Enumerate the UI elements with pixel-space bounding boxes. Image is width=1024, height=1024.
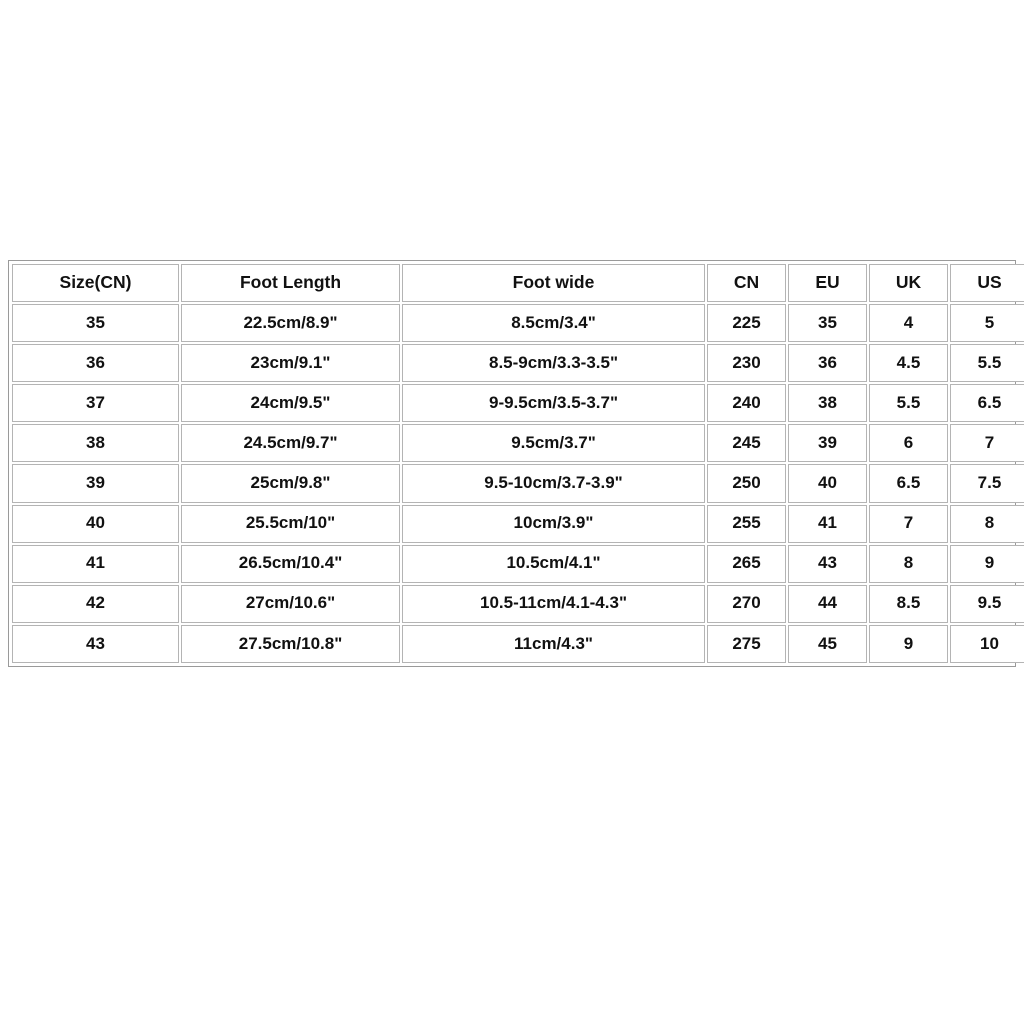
cell-uk: 6.5: [869, 464, 948, 503]
table-row: 38 24.5cm/9.7" 9.5cm/3.7" 245 39 6 7: [12, 424, 1024, 463]
cell-size-cn: 43: [12, 624, 179, 663]
cell-foot-wide: 9.5cm/3.7": [402, 424, 705, 463]
table-row: 39 25cm/9.8" 9.5-10cm/3.7-3.9" 250 40 6.…: [12, 464, 1024, 503]
cell-eu: 39: [788, 424, 867, 463]
table-header-row: Size(CN) Foot Length Foot wide CN EU UK …: [12, 264, 1024, 302]
cell-us: 7.5: [950, 464, 1024, 503]
cell-eu: 35: [788, 304, 867, 343]
cell-size-cn: 36: [12, 344, 179, 383]
column-header-uk: UK: [869, 264, 948, 302]
table-body: 35 22.5cm/8.9" 8.5cm/3.4" 225 35 4 5 36 …: [12, 304, 1024, 663]
cell-uk: 9: [869, 624, 948, 663]
cell-eu: 36: [788, 344, 867, 383]
cell-eu: 41: [788, 504, 867, 543]
cell-uk: 7: [869, 504, 948, 543]
cell-size-cn: 42: [12, 584, 179, 623]
cell-cn: 255: [707, 504, 786, 543]
cell-cn: 250: [707, 464, 786, 503]
cell-foot-length: 25.5cm/10": [181, 504, 400, 543]
cell-uk: 8.5: [869, 584, 948, 623]
cell-foot-length: 23cm/9.1": [181, 344, 400, 383]
cell-foot-length: 27.5cm/10.8": [181, 624, 400, 663]
column-header-foot-length: Foot Length: [181, 264, 400, 302]
cell-us: 6.5: [950, 384, 1024, 423]
shoe-size-conversion-chart: Size(CN) Foot Length Foot wide CN EU UK …: [8, 260, 1024, 667]
cell-foot-wide: 10.5-11cm/4.1-4.3": [402, 584, 705, 623]
cell-us: 9: [950, 544, 1024, 583]
cell-us: 9.5: [950, 584, 1024, 623]
cell-eu: 44: [788, 584, 867, 623]
table-row: 35 22.5cm/8.9" 8.5cm/3.4" 225 35 4 5: [12, 304, 1024, 343]
cell-foot-wide: 10cm/3.9": [402, 504, 705, 543]
cell-eu: 45: [788, 624, 867, 663]
cell-size-cn: 38: [12, 424, 179, 463]
cell-foot-wide: 9-9.5cm/3.5-3.7": [402, 384, 705, 423]
cell-cn: 230: [707, 344, 786, 383]
table-row: 40 25.5cm/10" 10cm/3.9" 255 41 7 8: [12, 504, 1024, 543]
cell-foot-wide: 11cm/4.3": [402, 624, 705, 663]
cell-foot-wide: 10.5cm/4.1": [402, 544, 705, 583]
column-header-size-cn: Size(CN): [12, 264, 179, 302]
cell-us: 5.5: [950, 344, 1024, 383]
cell-size-cn: 41: [12, 544, 179, 583]
column-header-foot-wide: Foot wide: [402, 264, 705, 302]
cell-foot-length: 24.5cm/9.7": [181, 424, 400, 463]
cell-size-cn: 40: [12, 504, 179, 543]
cell-cn: 245: [707, 424, 786, 463]
column-header-us: US: [950, 264, 1024, 302]
cell-foot-wide: 9.5-10cm/3.7-3.9": [402, 464, 705, 503]
cell-foot-length: 26.5cm/10.4": [181, 544, 400, 583]
column-header-eu: EU: [788, 264, 867, 302]
cell-uk: 6: [869, 424, 948, 463]
cell-foot-wide: 8.5-9cm/3.3-3.5": [402, 344, 705, 383]
cell-cn: 270: [707, 584, 786, 623]
table-row: 37 24cm/9.5" 9-9.5cm/3.5-3.7" 240 38 5.5…: [12, 384, 1024, 423]
cell-us: 5: [950, 304, 1024, 343]
column-header-cn: CN: [707, 264, 786, 302]
size-chart-table: Size(CN) Foot Length Foot wide CN EU UK …: [10, 262, 1024, 665]
cell-cn: 225: [707, 304, 786, 343]
cell-size-cn: 35: [12, 304, 179, 343]
cell-size-cn: 37: [12, 384, 179, 423]
cell-cn: 275: [707, 624, 786, 663]
cell-cn: 240: [707, 384, 786, 423]
cell-uk: 4.5: [869, 344, 948, 383]
cell-us: 8: [950, 504, 1024, 543]
cell-foot-wide: 8.5cm/3.4": [402, 304, 705, 343]
cell-foot-length: 25cm/9.8": [181, 464, 400, 503]
cell-uk: 8: [869, 544, 948, 583]
page-canvas: Size(CN) Foot Length Foot wide CN EU UK …: [0, 0, 1024, 1024]
cell-uk: 5.5: [869, 384, 948, 423]
cell-eu: 40: [788, 464, 867, 503]
cell-size-cn: 39: [12, 464, 179, 503]
table-row: 42 27cm/10.6" 10.5-11cm/4.1-4.3" 270 44 …: [12, 584, 1024, 623]
cell-us: 7: [950, 424, 1024, 463]
table-row: 43 27.5cm/10.8" 11cm/4.3" 275 45 9 10: [12, 624, 1024, 663]
cell-uk: 4: [869, 304, 948, 343]
cell-cn: 265: [707, 544, 786, 583]
table-header: Size(CN) Foot Length Foot wide CN EU UK …: [12, 264, 1024, 302]
table-row: 36 23cm/9.1" 8.5-9cm/3.3-3.5" 230 36 4.5…: [12, 344, 1024, 383]
cell-eu: 43: [788, 544, 867, 583]
cell-foot-length: 22.5cm/8.9": [181, 304, 400, 343]
cell-foot-length: 27cm/10.6": [181, 584, 400, 623]
cell-foot-length: 24cm/9.5": [181, 384, 400, 423]
table-row: 41 26.5cm/10.4" 10.5cm/4.1" 265 43 8 9: [12, 544, 1024, 583]
cell-eu: 38: [788, 384, 867, 423]
cell-us: 10: [950, 624, 1024, 663]
